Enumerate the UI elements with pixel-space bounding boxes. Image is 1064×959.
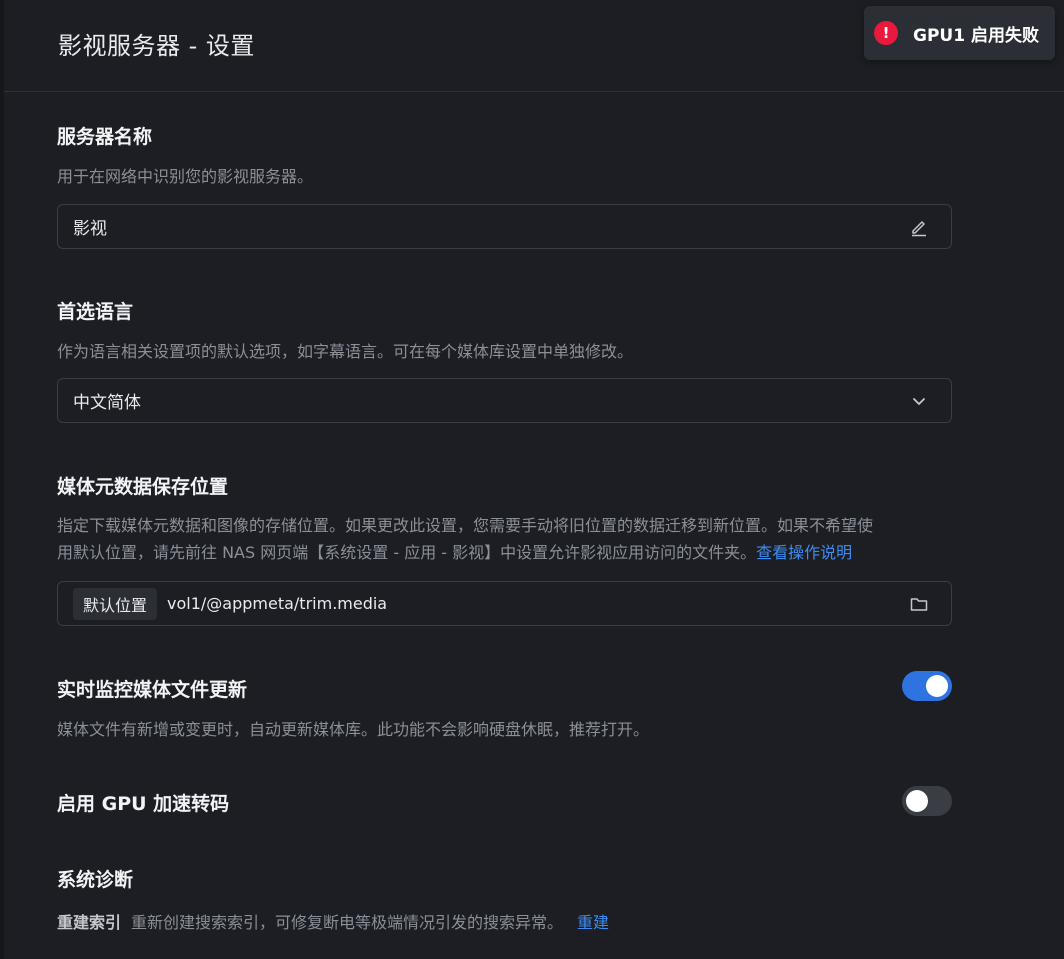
rebuild-button[interactable]: 重建 (577, 909, 609, 933)
metadata-title: 媒体元数据保存位置 (57, 476, 229, 498)
metadata-path-value: vol1/@appmeta/trim.media (167, 594, 388, 613)
page-title: 影视服务器 - 设置 (58, 32, 255, 60)
realtime-monitor-title: 实时监控媒体文件更新 (57, 679, 248, 701)
language-select[interactable]: 中文简体 (57, 378, 952, 423)
help-link[interactable]: 查看操作说明 (756, 543, 852, 562)
edit-icon[interactable] (909, 217, 929, 237)
error-icon: ! (874, 21, 898, 45)
toast-message: GPU1 启用失败 (913, 25, 1039, 46)
language-description: 作为语言相关设置项的默认选项，如字幕语言。可在每个媒体库设置中单独修改。 (57, 342, 634, 361)
gpu-toggle[interactable] (902, 786, 952, 816)
realtime-monitor-description: 媒体文件有新增或变更时，自动更新媒体库。此功能不会影响硬盘休眠，推荐打开。 (57, 720, 650, 739)
error-toast[interactable]: ! GPU1 启用失败 (864, 6, 1055, 60)
chevron-down-icon (913, 398, 925, 405)
rebuild-index-label: 重建索引 (57, 913, 122, 932)
gpu-title: 启用 GPU 加速转码 (57, 793, 230, 815)
server-name-value: 影视 (73, 219, 107, 239)
rebuild-index-row: 重建索引 重新创建搜索索引，可修复断电等极端情况引发的搜索异常。 重建 (57, 909, 609, 933)
toggle-knob (906, 790, 928, 812)
metadata-description-line1: 指定下载媒体元数据和图像的存储位置。如果更改此设置，您需要手动将旧位置的数据迁移… (57, 516, 874, 535)
server-name-description: 用于在网络中识别您的影视服务器。 (57, 167, 314, 186)
default-location-tag: 默认位置 (73, 587, 158, 620)
window-edge (0, 0, 4, 959)
language-selected-value: 中文简体 (73, 393, 141, 413)
server-name-field[interactable]: 影视 (57, 204, 952, 249)
rebuild-index-description: 重新创建搜索索引，可修复断电等极端情况引发的搜索异常。 (131, 913, 564, 932)
metadata-description: 指定下载媒体元数据和图像的存储位置。如果更改此设置，您需要手动将旧位置的数据迁移… (57, 512, 957, 566)
diagnostics-title: 系统诊断 (57, 869, 134, 891)
realtime-monitor-toggle[interactable] (902, 671, 952, 701)
server-name-title: 服务器名称 (57, 126, 153, 148)
metadata-path-field[interactable]: 默认位置 vol1/@appmeta/trim.media (57, 581, 952, 626)
language-title: 首选语言 (57, 301, 134, 323)
folder-icon[interactable] (909, 594, 929, 614)
metadata-description-line2: 用默认位置，请先前往 NAS 网页端【系统设置 - 应用 - 影视】中设置允许影… (57, 543, 757, 562)
toggle-knob (926, 675, 948, 697)
